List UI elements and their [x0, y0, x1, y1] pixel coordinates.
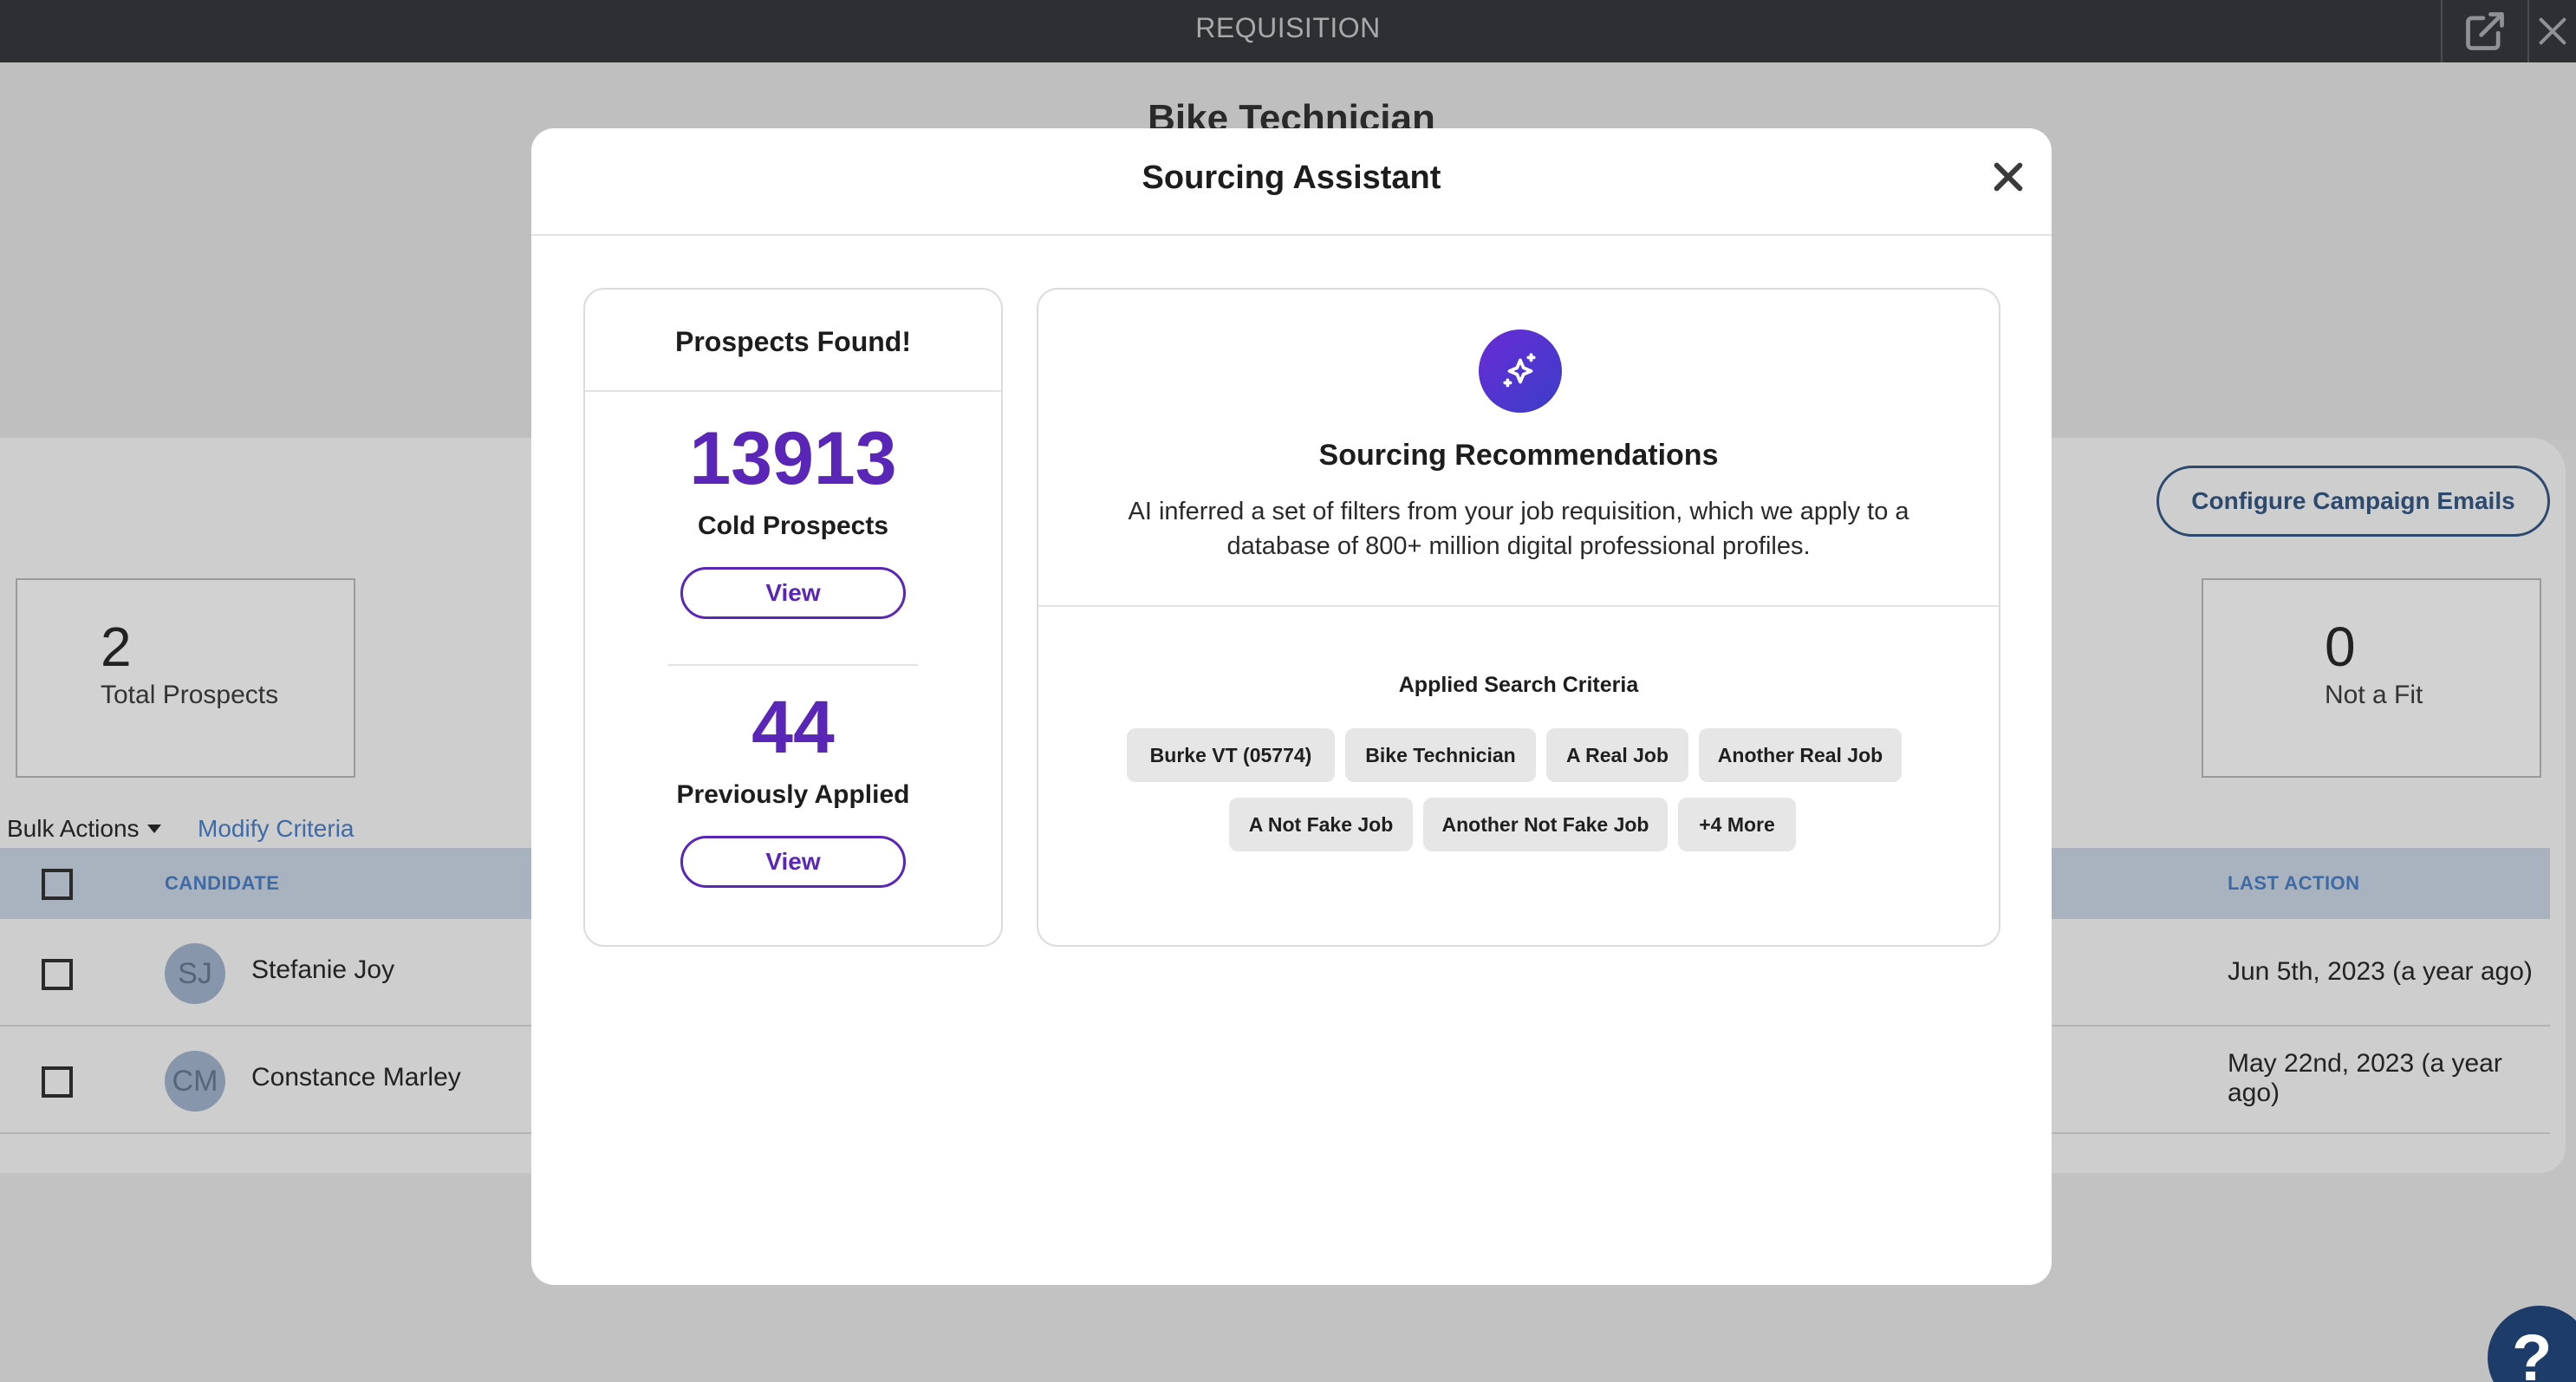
recommendations-description: AI inferred a set of filters from your j… — [1128, 498, 1909, 560]
view-cold-prospects-button[interactable]: View — [680, 567, 906, 619]
previously-applied-label: Previously Applied — [676, 780, 910, 809]
prospects-found-panel: Prospects Found! 13913 Cold Prospects Vi… — [583, 288, 1003, 947]
sparkle-icon — [1503, 353, 1536, 388]
bulk-actions-dropdown[interactable]: Bulk Actions — [7, 815, 162, 843]
sourcing-recommendations-panel: Sourcing Recommendations AI inferred a s… — [1037, 288, 2000, 947]
total-prospects-count: 2 — [101, 616, 132, 678]
select-all-checkbox[interactable] — [42, 869, 73, 900]
criteria-chip[interactable]: Burke VT (05774) — [1127, 728, 1335, 782]
bulk-actions-label: Bulk Actions — [7, 815, 140, 842]
external-link-icon — [2466, 12, 2504, 50]
not-a-fit-count: 0 — [2325, 616, 2356, 678]
not-a-fit-label: Not a Fit — [2325, 681, 2423, 709]
modal-header: Sourcing Assistant — [531, 128, 2052, 236]
total-prospects-stat[interactable]: 2 Total Prospects — [16, 578, 355, 778]
criteria-chip[interactable]: A Not Fake Job — [1229, 798, 1413, 851]
recommendations-divider — [1038, 605, 1999, 607]
candidate-column-header[interactable]: CANDIDATE — [165, 872, 279, 895]
candidate-name[interactable]: Constance Marley — [251, 1063, 461, 1092]
total-prospects-label: Total Prospects — [101, 681, 279, 709]
help-button[interactable]: ? — [2488, 1306, 2576, 1382]
prospects-panel-header: Prospects Found! — [585, 290, 1001, 392]
avatar: CM — [165, 1051, 225, 1111]
applied-search-criteria-title: Applied Search Criteria — [1398, 673, 1639, 697]
close-window-button[interactable] — [2527, 0, 2576, 62]
sourcing-assistant-modal: Sourcing Assistant Prospects Found! 1391… — [531, 128, 2052, 1285]
candidate-name[interactable]: Stefanie Joy — [251, 955, 394, 985]
help-icon: ? — [2512, 1320, 2553, 1382]
criteria-chip[interactable]: Another Real Job — [1699, 728, 1902, 782]
last-action-value: May 22nd, 2023 (a year ago) — [2228, 1049, 2502, 1107]
recommendations-title: Sourcing Recommendations — [1318, 439, 1719, 472]
prospects-found-title: Prospects Found! — [674, 326, 911, 357]
top-bar: REQUISITION — [0, 0, 2576, 62]
cold-prospects-count: 13913 — [689, 417, 897, 500]
configure-campaign-emails-button[interactable]: Configure Campaign Emails — [2156, 466, 2550, 537]
modal-close-button[interactable] — [1991, 160, 2026, 194]
caret-down-icon — [146, 825, 161, 833]
prospects-divider — [668, 664, 918, 666]
view-previously-applied-button[interactable]: View — [680, 836, 906, 888]
not-a-fit-stat[interactable]: 0 Not a Fit — [2202, 578, 2541, 778]
criteria-chip[interactable]: A Real Job — [1546, 728, 1688, 782]
close-icon — [2539, 17, 2566, 45]
previously-applied-count: 44 — [751, 686, 835, 769]
open-external-button[interactable] — [2441, 0, 2527, 62]
last-action-column-header[interactable]: LAST ACTION — [2228, 872, 2360, 895]
criteria-chip[interactable]: Another Not Fake Job — [1423, 798, 1668, 851]
close-icon — [1994, 162, 2023, 192]
avatar: SJ — [165, 943, 225, 1004]
cold-prospects-label: Cold Prospects — [697, 512, 889, 540]
criteria-chip[interactable]: Bike Technician — [1345, 728, 1536, 782]
more-criteria-chip[interactable]: +4 More — [1678, 798, 1796, 851]
row-checkbox[interactable] — [42, 959, 73, 990]
modal-title: Sourcing Assistant — [1142, 160, 1441, 196]
last-action-value: Jun 5th, 2023 (a year ago) — [2228, 957, 2533, 986]
sparkle-badge — [1479, 329, 1562, 413]
modify-criteria-link[interactable]: Modify Criteria — [198, 815, 354, 843]
window-title: REQUISITION — [1195, 12, 1381, 43]
row-checkbox[interactable] — [42, 1066, 73, 1098]
